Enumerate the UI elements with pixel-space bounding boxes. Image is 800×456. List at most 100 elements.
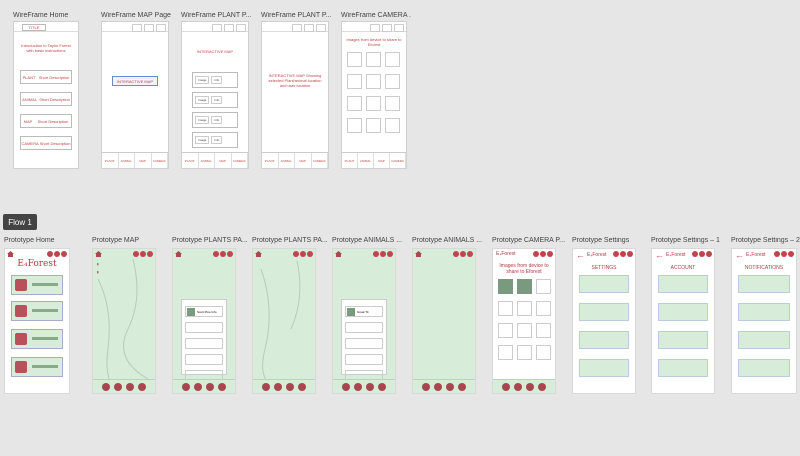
globe-icon[interactable] bbox=[54, 251, 60, 257]
proto-label-home[interactable]: Prototype Home bbox=[4, 237, 84, 244]
wireframe-plant-label-1[interactable]: WireFrame PLANT P... bbox=[181, 12, 251, 19]
animal-card[interactable]: Great Tit bbox=[345, 306, 383, 317]
wf-nav-plant[interactable]: PLANT bbox=[342, 153, 358, 168]
wf-interactive-map[interactable]: INTERACTIVE MAP bbox=[112, 76, 158, 86]
photo-thumbnail[interactable] bbox=[517, 279, 532, 294]
prototype-plants-board-1[interactable]: Scott Pine Info bbox=[172, 248, 236, 394]
wf-nav-camera[interactable]: CAMERA bbox=[390, 153, 406, 168]
plant-nav-icon[interactable] bbox=[102, 382, 110, 391]
globe-icon[interactable] bbox=[699, 251, 705, 257]
animal-nav-icon[interactable] bbox=[274, 382, 282, 391]
proto-label-plants-1[interactable]: Prototype PLANTS PA... bbox=[172, 237, 248, 244]
wf-nav-camera[interactable]: CAMERA bbox=[232, 153, 248, 168]
home-card-animal[interactable] bbox=[11, 301, 63, 321]
wf-nav-camera[interactable]: CAMERA bbox=[152, 153, 168, 168]
bell-icon[interactable] bbox=[706, 251, 712, 257]
map-nav-icon[interactable] bbox=[206, 382, 214, 391]
globe-icon[interactable] bbox=[380, 251, 386, 257]
gear-icon[interactable] bbox=[47, 251, 53, 257]
wireframe-plant-board-2[interactable]: INTERACTIVE MAP Showing selected Plant/a… bbox=[261, 21, 329, 169]
prototype-settings-board-2[interactable]: ← E₄Forest NOTIFICATIONS bbox=[731, 248, 797, 394]
plant-nav-icon[interactable] bbox=[502, 382, 510, 391]
bell-icon[interactable] bbox=[387, 251, 393, 257]
bell-icon[interactable] bbox=[61, 251, 67, 257]
gear-icon[interactable] bbox=[133, 251, 139, 257]
proto-label-settings-1[interactable]: Prototype Settings – 1 bbox=[651, 237, 727, 244]
wf-nav-plant[interactable]: PLANT bbox=[262, 153, 279, 168]
wf-nav-animal[interactable]: ANIMAL bbox=[279, 153, 295, 168]
notification-option[interactable] bbox=[738, 275, 790, 293]
flow-tag[interactable]: Flow 1 bbox=[3, 214, 37, 230]
settings-option[interactable] bbox=[579, 359, 629, 377]
home-card-map[interactable] bbox=[11, 329, 63, 349]
image-slot[interactable] bbox=[385, 96, 400, 111]
wf-nav-animal[interactable]: ANIMAL bbox=[199, 153, 215, 168]
camera-nav-icon[interactable] bbox=[298, 382, 306, 391]
plant-card[interactable]: Scott Pine Info bbox=[185, 306, 223, 317]
plant-nav-icon[interactable] bbox=[262, 382, 270, 391]
wireframe-home-label[interactable]: WireFrame Home bbox=[13, 12, 83, 19]
image-slot[interactable] bbox=[347, 52, 362, 67]
account-option[interactable] bbox=[658, 275, 708, 293]
image-slot[interactable] bbox=[385, 118, 400, 133]
image-slot[interactable] bbox=[498, 323, 513, 338]
globe-icon[interactable] bbox=[140, 251, 146, 257]
plant-nav-icon[interactable] bbox=[182, 382, 190, 391]
bell-icon[interactable] bbox=[467, 251, 473, 257]
home-icon[interactable] bbox=[7, 251, 14, 257]
back-arrow-icon[interactable]: ← bbox=[655, 251, 664, 260]
bell-icon[interactable] bbox=[788, 251, 794, 257]
image-slot[interactable] bbox=[536, 301, 551, 316]
home-icon[interactable] bbox=[335, 251, 342, 257]
prototype-camera-board[interactable]: E₄Forest Images from device to share to … bbox=[492, 248, 556, 394]
proto-label-plants-2[interactable]: Prototype PLANTS PA... bbox=[252, 237, 328, 244]
proto-label-camera[interactable]: Prototype CAMERA P... bbox=[492, 237, 568, 244]
proto-label-map[interactable]: Prototype MAP bbox=[92, 237, 168, 244]
home-icon[interactable] bbox=[175, 251, 182, 257]
plant-row[interactable] bbox=[185, 354, 223, 365]
image-slot[interactable] bbox=[536, 345, 551, 360]
wf-camera-row[interactable]: CAMERA Short Description bbox=[20, 136, 72, 150]
account-option[interactable] bbox=[658, 303, 708, 321]
gear-icon[interactable] bbox=[293, 251, 299, 257]
camera-nav-icon[interactable] bbox=[378, 382, 386, 391]
gear-icon[interactable] bbox=[373, 251, 379, 257]
map-nav-icon[interactable] bbox=[446, 382, 454, 391]
image-slot[interactable] bbox=[536, 323, 551, 338]
gear-icon[interactable] bbox=[692, 251, 698, 257]
wf-animal-row[interactable]: ANIMAL Short Description bbox=[20, 92, 72, 106]
animal-row[interactable] bbox=[345, 322, 383, 333]
wf-nav-camera[interactable]: CAMERA bbox=[312, 153, 328, 168]
plant-row[interactable] bbox=[185, 322, 223, 333]
wf-nav-plant[interactable]: PLANT bbox=[182, 153, 199, 168]
animal-nav-icon[interactable] bbox=[514, 382, 522, 391]
wf-nav-map[interactable]: MAP bbox=[374, 153, 390, 168]
plant-row[interactable] bbox=[185, 338, 223, 349]
wf-plant-row[interactable]: Image Info bbox=[192, 92, 238, 108]
back-arrow-icon[interactable]: ← bbox=[735, 251, 744, 260]
wireframe-plant-label-2[interactable]: WireFrame PLANT P... bbox=[261, 12, 331, 19]
bell-icon[interactable] bbox=[307, 251, 313, 257]
image-slot[interactable] bbox=[347, 96, 362, 111]
image-slot[interactable] bbox=[366, 74, 381, 89]
plant-nav-icon[interactable] bbox=[422, 382, 430, 391]
home-icon[interactable] bbox=[415, 251, 422, 257]
wireframe-camera-label[interactable]: WireFrame CAMERA ... bbox=[341, 12, 411, 19]
bell-icon[interactable] bbox=[627, 251, 633, 257]
notification-option[interactable] bbox=[738, 303, 790, 321]
wf-nav-animal[interactable]: ANIMAL bbox=[358, 153, 374, 168]
settings-option[interactable] bbox=[579, 331, 629, 349]
settings-option[interactable] bbox=[579, 303, 629, 321]
image-slot[interactable] bbox=[366, 52, 381, 67]
camera-nav-icon[interactable] bbox=[538, 382, 546, 391]
proto-label-animals-1[interactable]: Prototype ANIMALS ... bbox=[332, 237, 408, 244]
wf-nav-animal[interactable]: ANIMAL bbox=[119, 153, 135, 168]
wireframe-plant-board-1[interactable]: INTERACTIVE MAP Image Info Image Info Imag… bbox=[181, 21, 249, 169]
gear-icon[interactable] bbox=[613, 251, 619, 257]
proto-label-settings[interactable]: Prototype Settings bbox=[572, 237, 648, 244]
animal-nav-icon[interactable] bbox=[194, 382, 202, 391]
notification-option[interactable] bbox=[738, 359, 790, 377]
globe-icon[interactable] bbox=[540, 251, 546, 257]
home-card-plant[interactable] bbox=[11, 275, 63, 295]
bell-icon[interactable] bbox=[147, 251, 153, 257]
